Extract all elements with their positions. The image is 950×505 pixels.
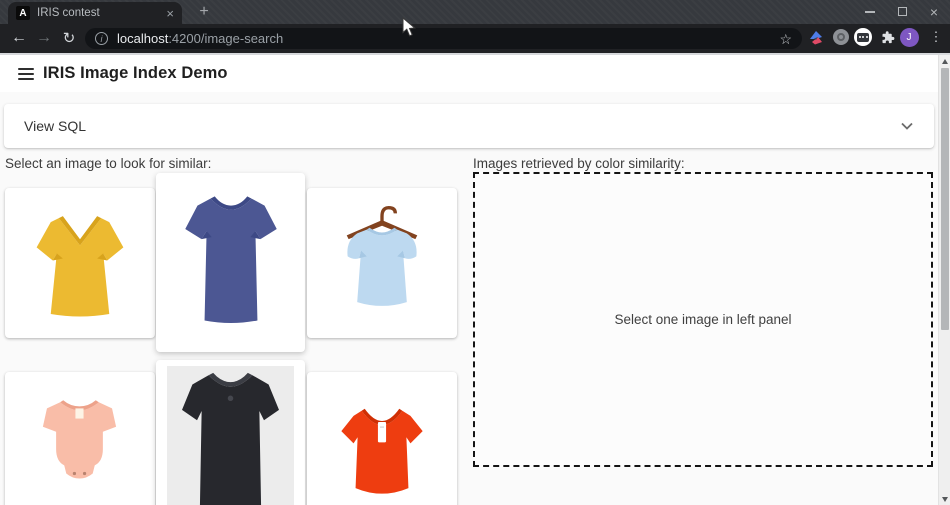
triangle-up-icon <box>942 59 948 64</box>
product-image-yellow-vneck-tee <box>24 205 136 321</box>
forward-button[interactable]: → <box>32 26 56 50</box>
new-tab-button[interactable]: + <box>192 0 216 24</box>
close-button[interactable]: × <box>918 0 950 23</box>
product-card-black-tshirt[interactable] <box>156 360 305 505</box>
product-card-peach-onesie[interactable] <box>5 372 155 505</box>
product-image-peach-onesie <box>21 384 139 505</box>
tab-close-icon[interactable]: × <box>166 7 174 20</box>
address-bar[interactable]: i localhost:4200/image-search ☆ <box>85 28 802 49</box>
mouse-cursor-icon <box>402 17 416 37</box>
product-image-orange-crop-top <box>321 394 443 505</box>
scroll-down-button[interactable] <box>939 493 950 505</box>
minimize-button[interactable] <box>854 0 886 23</box>
product-image-black-tshirt <box>167 366 294 505</box>
right-panel-label: Images retrieved by color similarity: <box>473 156 685 171</box>
extensions-puzzle-icon[interactable] <box>877 27 897 47</box>
product-image-navy-tshirt <box>170 186 292 339</box>
refresh-button[interactable]: ↻ <box>57 26 81 50</box>
url-path: :4200/image-search <box>168 31 283 46</box>
browser-menu-button[interactable]: ⋮ <box>926 27 946 47</box>
product-card-orange-crop-top[interactable] <box>307 372 457 505</box>
results-dropzone: Select one image in left panel <box>473 172 933 467</box>
product-card-navy-tshirt[interactable] <box>156 173 305 352</box>
circle-icon <box>833 29 849 45</box>
app-header: IRIS Image Index Demo <box>0 55 950 92</box>
maximize-icon <box>898 7 907 16</box>
close-icon: × <box>930 5 938 19</box>
tab-title: IRIS contest <box>37 7 159 19</box>
garment-tag <box>378 422 386 442</box>
page-scrollbar[interactable] <box>938 55 950 505</box>
puzzle-icon <box>880 30 895 45</box>
results-placeholder: Select one image in left panel <box>614 312 791 327</box>
triangle-down-icon <box>942 497 948 502</box>
chevron-down-icon <box>900 122 914 131</box>
url-host: localhost <box>117 31 168 46</box>
browser-tab[interactable]: A IRIS contest × <box>8 2 182 24</box>
angular-favicon-icon: A <box>16 6 30 20</box>
profile-avatar[interactable]: J <box>899 27 919 47</box>
kebab-menu-icon: ⋮ <box>930 29 943 45</box>
window-controls: × <box>854 0 950 23</box>
bookmark-star-icon[interactable]: ☆ <box>779 32 792 46</box>
scroll-up-button[interactable] <box>939 55 950 67</box>
gray-circle-extension-icon[interactable] <box>831 27 851 47</box>
browser-window: A IRIS contest × + × ← → ↻ i localhost:4… <box>0 0 950 505</box>
maximize-button[interactable] <box>886 0 918 23</box>
url-text: localhost:4200/image-search <box>117 31 770 46</box>
triangles-logo-icon <box>808 29 824 45</box>
minimize-icon <box>865 11 875 13</box>
ellipsis-badge-icon <box>854 28 872 46</box>
left-panel-label: Select an image to look for similar: <box>5 156 211 171</box>
menu-hamburger-button[interactable] <box>18 68 34 80</box>
avatar-initial: J <box>900 28 919 47</box>
hanger-hook <box>382 208 395 222</box>
view-sql-expansion-panel[interactable]: View SQL <box>4 104 934 148</box>
scrollbar-thumb[interactable] <box>941 68 949 330</box>
colorful-extension-icon[interactable] <box>806 27 826 47</box>
dots-extension-icon[interactable] <box>853 27 873 47</box>
product-card-yellow-vneck-tee[interactable] <box>5 188 155 338</box>
page-title: IRIS Image Index Demo <box>43 64 228 83</box>
product-card-lightblue-blouse[interactable] <box>307 188 457 338</box>
site-info-icon[interactable]: i <box>95 32 108 45</box>
product-image-lightblue-blouse <box>323 201 441 325</box>
back-button[interactable]: ← <box>7 26 31 50</box>
tab-strip: A IRIS contest × + × <box>0 0 950 24</box>
view-sql-label: View SQL <box>24 118 900 134</box>
